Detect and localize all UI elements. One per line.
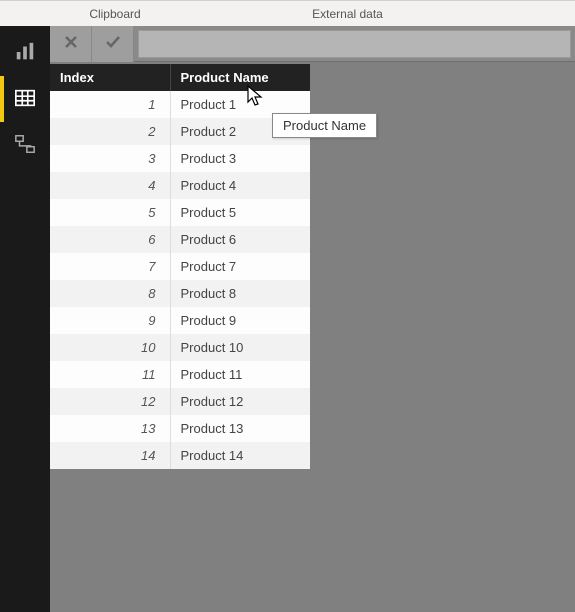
work-area: Index Product Name 1Product 12Product 23… <box>50 26 575 612</box>
table-row[interactable]: 4Product 4 <box>50 172 310 199</box>
cell-index[interactable]: 14 <box>50 442 170 469</box>
view-switcher <box>0 26 50 612</box>
formula-cancel-button[interactable] <box>50 26 92 62</box>
table-row[interactable]: 12Product 12 <box>50 388 310 415</box>
cell-index[interactable]: 1 <box>50 91 170 118</box>
formula-bar <box>50 26 575 62</box>
cell-product-name[interactable]: Product 8 <box>170 280 310 307</box>
cell-index[interactable]: 12 <box>50 388 170 415</box>
cell-product-name[interactable]: Product 7 <box>170 253 310 280</box>
ribbon-section-labels: Clipboard External data <box>0 0 575 26</box>
cell-index[interactable]: 7 <box>50 253 170 280</box>
cell-product-name[interactable]: Product 14 <box>170 442 310 469</box>
table-row[interactable]: 11Product 11 <box>50 361 310 388</box>
chart-icon <box>14 41 36 66</box>
data-grid-container: Index Product Name 1Product 12Product 23… <box>50 62 575 612</box>
cell-index[interactable]: 6 <box>50 226 170 253</box>
cell-index[interactable]: 5 <box>50 199 170 226</box>
cell-index[interactable]: 8 <box>50 280 170 307</box>
table-row[interactable]: 8Product 8 <box>50 280 310 307</box>
table-row[interactable]: 2Product 2 <box>50 118 310 145</box>
table-row[interactable]: 7Product 7 <box>50 253 310 280</box>
nav-report-view[interactable] <box>0 30 50 76</box>
cell-index[interactable]: 9 <box>50 307 170 334</box>
ribbon-group-external-data: External data <box>180 7 575 21</box>
relationship-icon <box>14 133 36 158</box>
formula-input[interactable] <box>138 30 571 58</box>
cell-product-name[interactable]: Product 11 <box>170 361 310 388</box>
cell-index[interactable]: 3 <box>50 145 170 172</box>
table-row[interactable]: 9Product 9 <box>50 307 310 334</box>
cell-product-name[interactable]: Product 4 <box>170 172 310 199</box>
cell-product-name[interactable]: Product 3 <box>170 145 310 172</box>
table-row[interactable]: 3Product 3 <box>50 145 310 172</box>
close-icon <box>63 34 79 53</box>
table-row[interactable]: 13Product 13 <box>50 415 310 442</box>
cell-index[interactable]: 13 <box>50 415 170 442</box>
cell-product-name[interactable]: Product 10 <box>170 334 310 361</box>
cell-product-name[interactable]: Product 5 <box>170 199 310 226</box>
formula-commit-button[interactable] <box>92 26 134 62</box>
ribbon-group-clipboard: Clipboard <box>0 7 180 21</box>
column-header-index[interactable]: Index <box>50 64 170 91</box>
table-icon <box>14 87 36 112</box>
cell-product-name[interactable]: Product 13 <box>170 415 310 442</box>
table-row[interactable]: 10Product 10 <box>50 334 310 361</box>
data-grid: Index Product Name 1Product 12Product 23… <box>50 64 310 469</box>
nav-data-view[interactable] <box>0 76 50 122</box>
cell-index[interactable]: 11 <box>50 361 170 388</box>
table-row[interactable]: 14Product 14 <box>50 442 310 469</box>
check-icon <box>104 33 122 54</box>
cell-index[interactable]: 10 <box>50 334 170 361</box>
nav-model-view[interactable] <box>0 122 50 168</box>
cell-product-name[interactable]: Product 12 <box>170 388 310 415</box>
cell-product-name[interactable]: Product 9 <box>170 307 310 334</box>
cell-product-name[interactable]: Product 1 <box>170 91 310 118</box>
cell-index[interactable]: 4 <box>50 172 170 199</box>
table-row[interactable]: 6Product 6 <box>50 226 310 253</box>
cell-index[interactable]: 2 <box>50 118 170 145</box>
cell-product-name[interactable]: Product 6 <box>170 226 310 253</box>
cell-product-name[interactable]: Product 2 <box>170 118 310 145</box>
table-row[interactable]: 1Product 1 <box>50 91 310 118</box>
column-header-product-name[interactable]: Product Name <box>170 64 310 91</box>
table-row[interactable]: 5Product 5 <box>50 199 310 226</box>
